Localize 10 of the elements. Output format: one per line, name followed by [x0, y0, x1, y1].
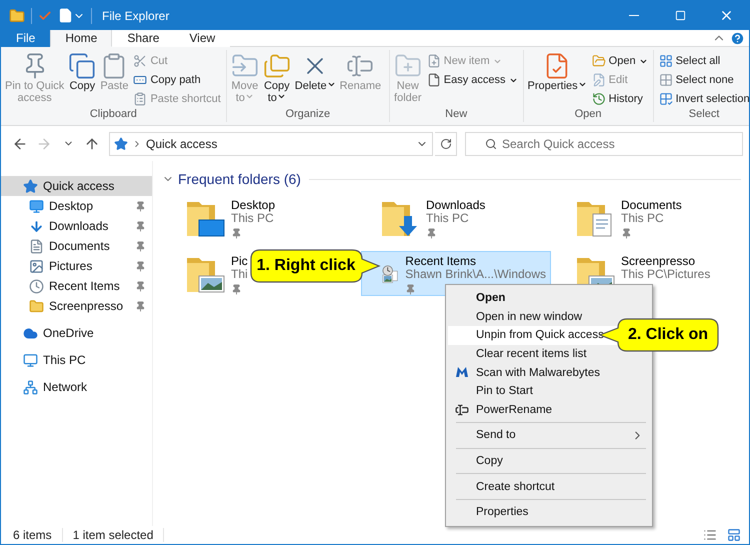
group-label: Organize [284, 108, 332, 122]
section-title: Frequent folders (6) [178, 171, 301, 187]
group-label: Open [574, 108, 603, 122]
callout-tooltip: 1. Right click [250, 249, 380, 283]
item-count: 6 items [13, 528, 63, 542]
selection-count: 1 item selected [72, 528, 164, 542]
group-label: Clipboard [88, 108, 138, 122]
group-label: Select [688, 108, 720, 122]
window-title: File Explorer [102, 8, 170, 22]
group-label: New [444, 108, 468, 122]
